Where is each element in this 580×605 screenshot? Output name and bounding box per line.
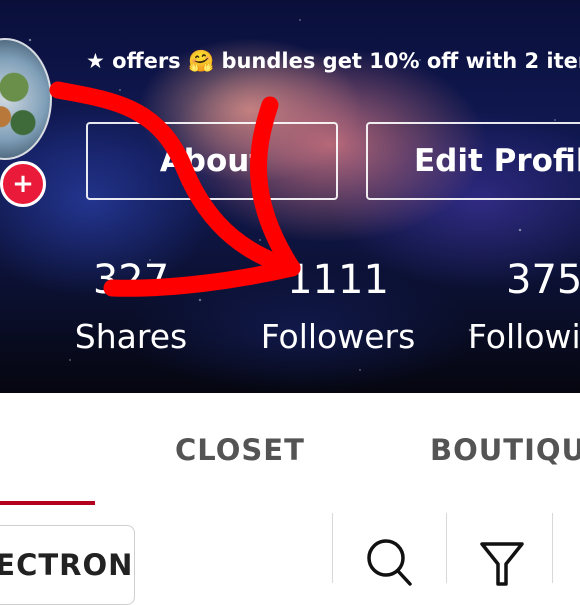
stat-followers[interactable]: 1111 Followers <box>258 258 418 357</box>
about-button[interactable]: About <box>86 122 338 200</box>
edit-profile-button[interactable]: Edit Profile <box>366 122 580 200</box>
divider <box>332 513 333 583</box>
divider <box>446 513 447 583</box>
shares-label: Shares <box>74 317 188 356</box>
following-label: Following <box>468 317 580 356</box>
profile-tabs: CLOSET BOUTIQUE <box>0 393 580 508</box>
active-tab-indicator <box>0 501 95 505</box>
add-photo-button[interactable]: + <box>0 161 46 207</box>
filter-funnel-icon <box>480 542 524 586</box>
shares-count: 327 <box>92 257 170 303</box>
category-filter-chip[interactable]: ELECTRONICS <box>0 525 135 605</box>
tab-boutique[interactable]: BOUTIQUE <box>430 433 580 467</box>
profile-banner: + ★ offers 🤗 bundles get 10% off with 2 … <box>0 0 580 393</box>
followers-label: Followers <box>260 317 416 356</box>
search-icon <box>367 539 412 586</box>
search-button[interactable] <box>364 538 412 586</box>
stat-following[interactable]: 375 Following <box>466 258 580 357</box>
promo-text: ★ offers 🤗 bundles get 10% off with 2 it… <box>86 49 580 73</box>
category-filter-label: ELECTRONICS <box>0 548 134 582</box>
stat-shares[interactable]: 327 Shares <box>70 258 192 357</box>
followers-count: 1111 <box>287 257 389 303</box>
following-count: 375 <box>506 257 580 303</box>
tab-closet[interactable]: CLOSET <box>175 433 305 467</box>
filter-button[interactable] <box>478 538 526 586</box>
divider <box>552 513 553 583</box>
